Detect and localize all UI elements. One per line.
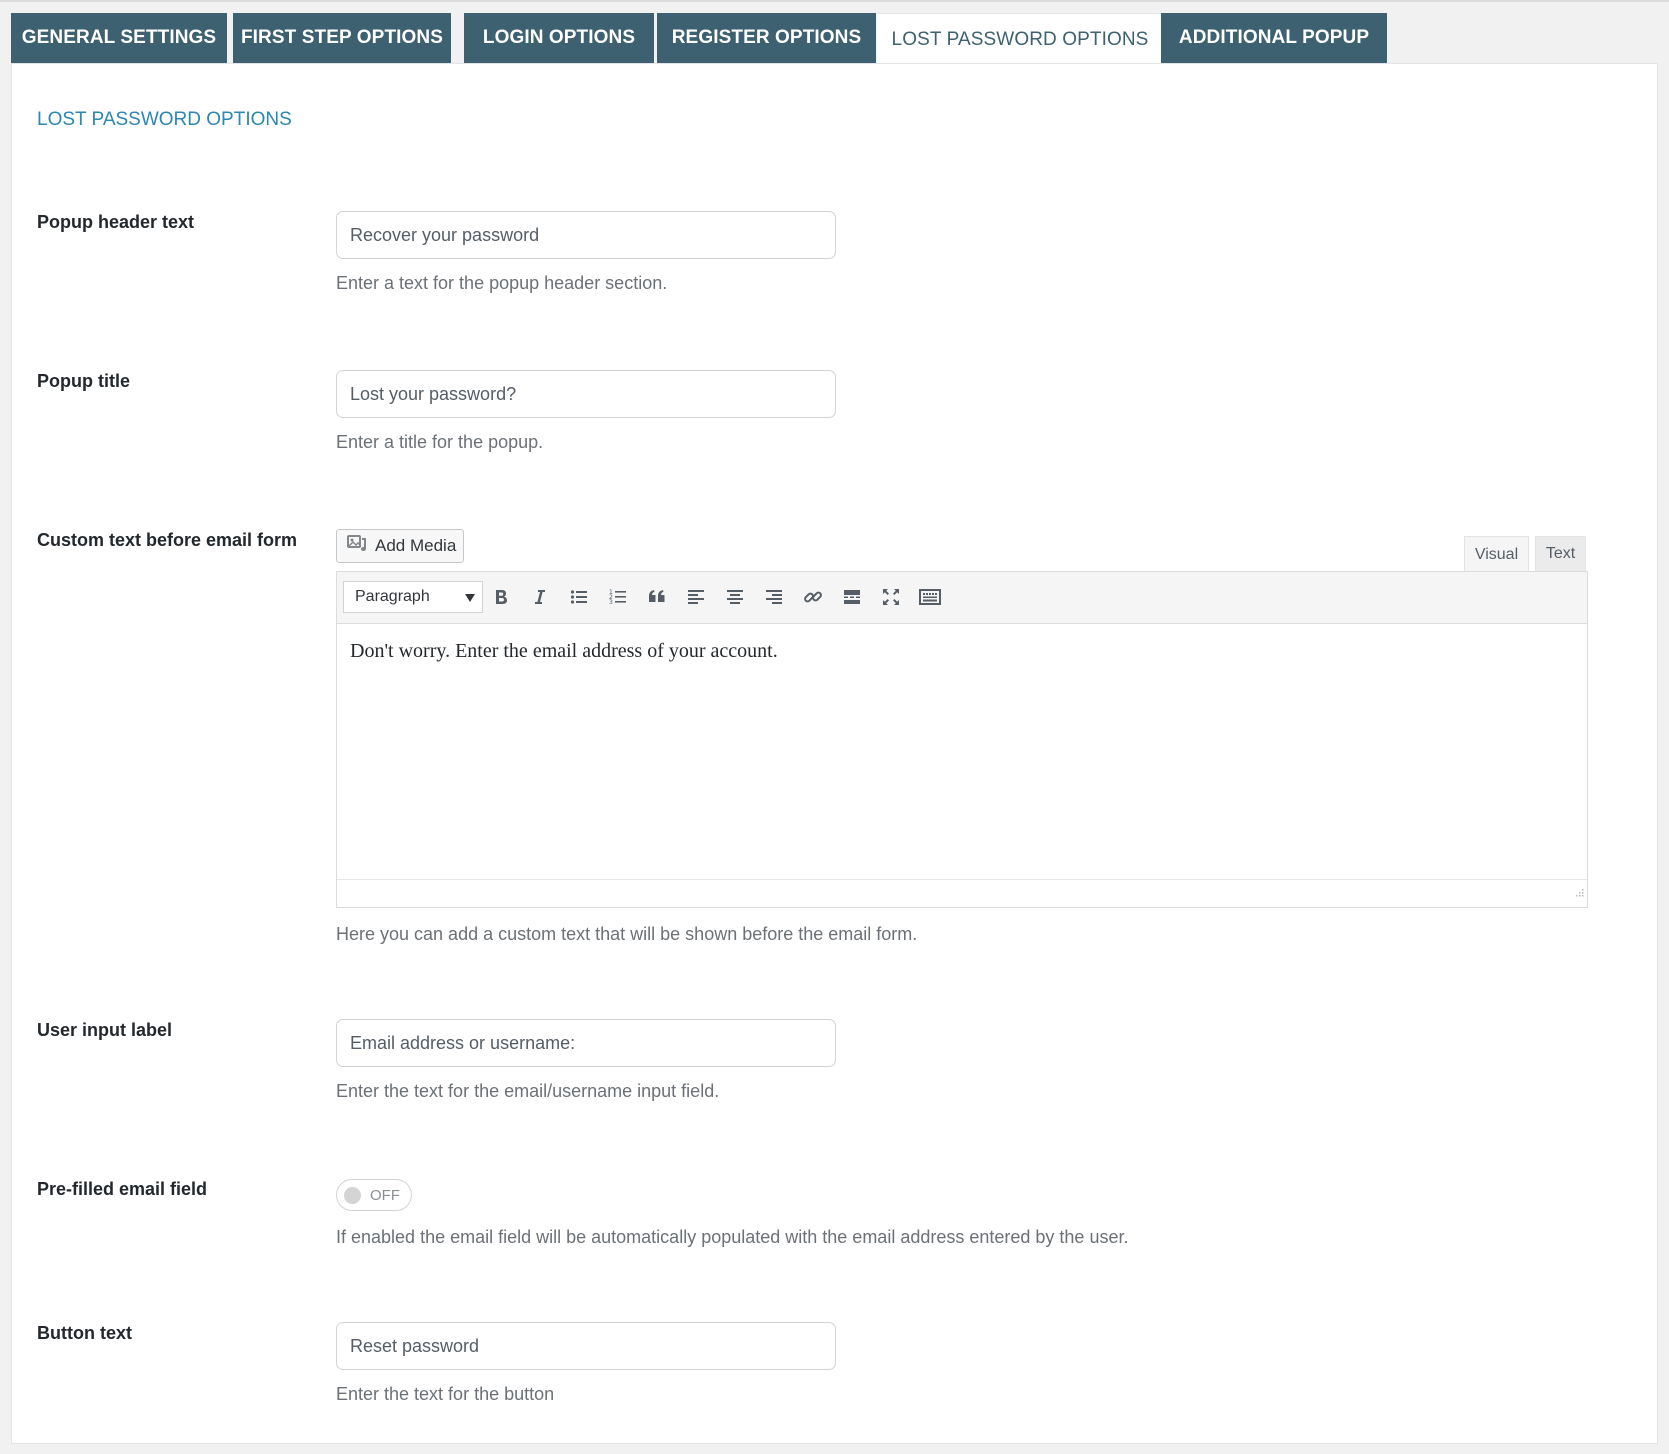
user-input-label-description: Enter the text for the email/username in… [336,1081,720,1101]
numbered-list-icon[interactable]: 123 [604,583,632,611]
tab-first-step-options[interactable]: FIRST STEP OPTIONS [233,13,451,63]
toggle-state-label: OFF [370,1187,400,1204]
tab-lost-password-options[interactable]: LOST PASSWORD OPTIONS [877,13,1163,65]
resize-handle-icon[interactable] [1572,886,1584,904]
custom-text-label: Custom text before email form [37,530,298,550]
toolbar-toggle-icon[interactable] [916,583,944,611]
editor-toolbar: Paragraph 123 [337,572,1587,624]
bullet-list-icon[interactable] [565,583,593,611]
align-center-icon[interactable] [721,583,749,611]
align-right-icon[interactable] [760,583,788,611]
align-left-icon[interactable] [682,583,710,611]
prefilled-email-label: Pre-filled email field [37,1179,208,1199]
format-select[interactable]: Paragraph [343,581,483,613]
popup-title-label: Popup title [37,371,130,391]
toggle-knob [344,1187,361,1204]
prefilled-email-toggle[interactable]: OFF [336,1179,412,1211]
button-text-input[interactable] [336,1322,836,1370]
fullscreen-icon[interactable] [877,583,905,611]
editor-content[interactable]: Don't worry. Enter the email address of … [350,640,778,663]
user-input-label-label: User input label [37,1020,173,1040]
button-text-label: Button text [37,1323,132,1343]
tab-additional-popup[interactable]: ADDITIONAL POPUP [1161,13,1387,63]
button-text-description: Enter the text for the button [336,1384,555,1404]
media-icon [347,534,369,559]
user-input-label-input[interactable] [336,1019,836,1067]
link-icon[interactable] [799,583,827,611]
add-media-label: Add Media [375,536,457,555]
editor-status-bar [337,879,1587,907]
tab-login-options[interactable]: LOGIN OPTIONS [464,13,654,63]
popup-header-text-input[interactable] [336,211,836,259]
tab-general-settings[interactable]: GENERAL SETTINGS [11,13,227,63]
read-more-icon[interactable] [838,583,866,611]
italic-icon[interactable] [526,583,554,611]
format-select-value: Paragraph [355,588,430,605]
blockquote-icon[interactable] [643,583,671,611]
popup-header-text-label: Popup header text [37,212,195,232]
chevron-down-icon [465,594,475,602]
section-title: LOST PASSWORD OPTIONS [37,109,292,130]
svg-text:3: 3 [609,599,613,606]
popup-title-input[interactable] [336,370,836,418]
rich-text-editor[interactable]: Paragraph 123 Don't worry. Enter the ema… [336,571,1588,908]
top-border [0,0,1669,2]
popup-header-text-description: Enter a text for the popup header sectio… [336,273,668,293]
bold-icon[interactable] [487,583,515,611]
editor-tab-visual[interactable]: Visual [1464,536,1529,572]
add-media-button[interactable]: Add Media [336,529,464,563]
tab-register-options[interactable]: REGISTER OPTIONS [657,13,876,63]
editor-tab-text[interactable]: Text [1535,536,1586,572]
custom-text-description: Here you can add a custom text that will… [336,924,918,944]
settings-panel: LOST PASSWORD OPTIONS Popup header text … [11,63,1658,1444]
prefilled-email-description: If enabled the email field will be autom… [336,1227,1129,1247]
popup-title-description: Enter a title for the popup. [336,432,544,452]
